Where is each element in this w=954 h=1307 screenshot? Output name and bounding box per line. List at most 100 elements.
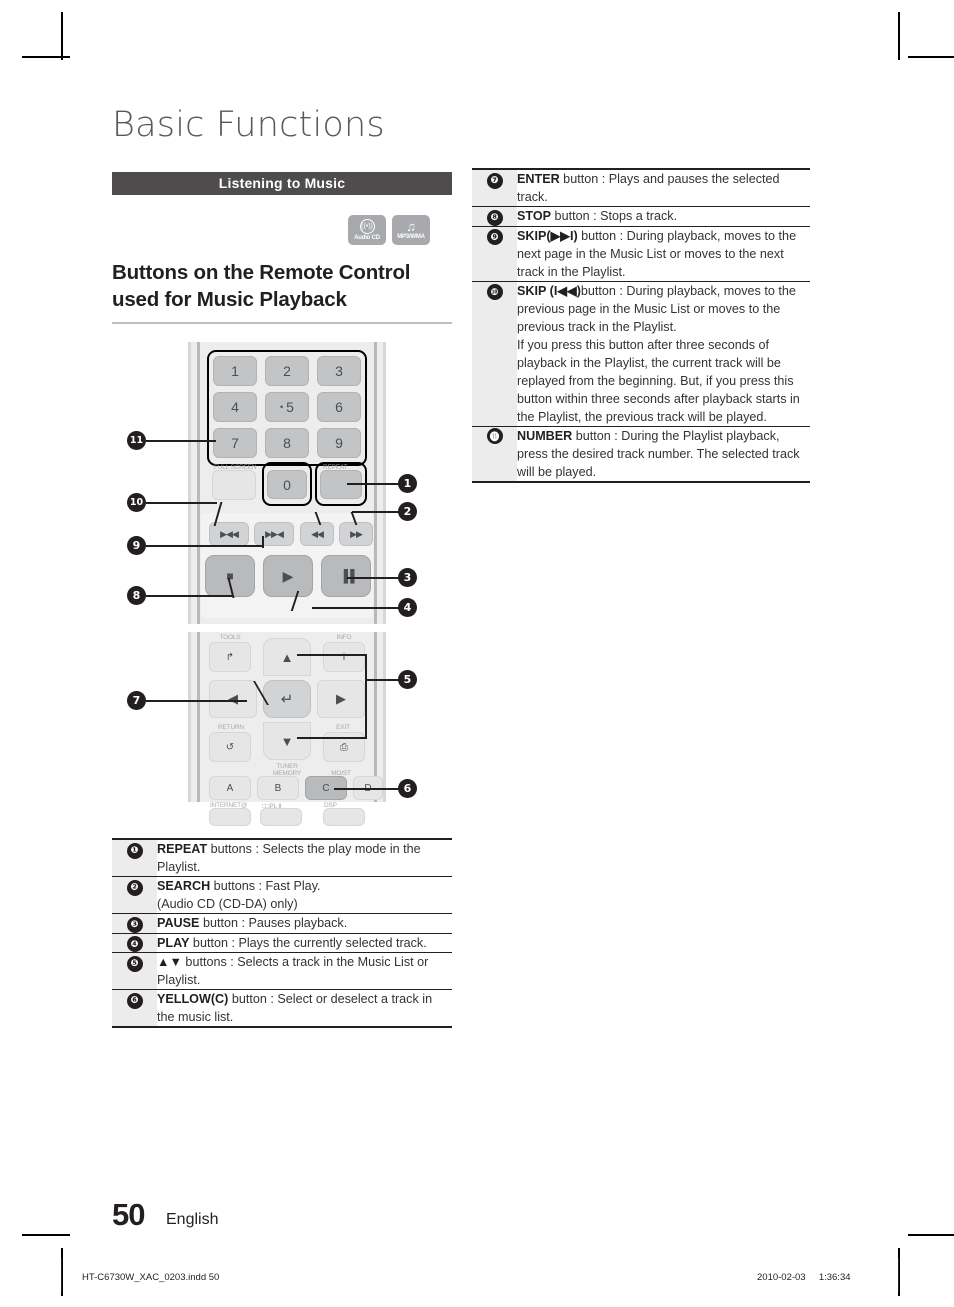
callout-5: 5 bbox=[398, 670, 417, 689]
disc-glyph-icon: ((•)) bbox=[359, 218, 375, 234]
row-number-cell: ❽ bbox=[472, 206, 517, 226]
callout-9-leader bbox=[146, 545, 262, 547]
subheading: Buttons on the Remote Control used for M… bbox=[112, 259, 452, 313]
callout-5-leader bbox=[365, 679, 400, 681]
exit-label: EXIT bbox=[336, 724, 350, 731]
row-text-line: ENTER button : Plays and pauses the sele… bbox=[517, 172, 780, 204]
table-row: ❶ REPEAT buttons : Selects the play mode … bbox=[112, 838, 452, 877]
info-label: INFO bbox=[336, 634, 352, 641]
audio-cd-icon: ((•)) Audio CD bbox=[348, 215, 386, 245]
return-label: RETURN bbox=[218, 724, 244, 731]
left-table-bottom-rule bbox=[112, 1026, 452, 1028]
remote-color-a-button[interactable]: A bbox=[209, 776, 251, 800]
callout-4-leader bbox=[312, 607, 400, 609]
remote-dsp-button[interactable] bbox=[323, 808, 365, 826]
heading-divider bbox=[112, 322, 452, 324]
remote-key-8[interactable]: 8 bbox=[265, 428, 309, 458]
table-row: ⓫ NUMBER button : During the Playlist pla… bbox=[472, 425, 810, 481]
remote-key-4[interactable]: 4 bbox=[213, 392, 257, 422]
right-description-table: ❼ ENTER button : Plays and pauses the sel… bbox=[472, 168, 810, 481]
remote-skip-next-button[interactable]: ▶▶◀ bbox=[254, 522, 294, 546]
row-text-keyword: PLAY bbox=[157, 935, 190, 950]
row-text-cell: PLAY button : Plays the currently select… bbox=[157, 932, 452, 953]
row-number-badge: ❷ bbox=[126, 879, 143, 896]
row-text-keyword: REPEAT bbox=[157, 842, 208, 856]
remote-dpad-left-button[interactable]: ◀ bbox=[209, 680, 257, 718]
media-format-icons: ((•)) Audio CD ♫ MP3/WMA bbox=[112, 215, 430, 245]
callout-10: 10 bbox=[127, 493, 146, 512]
callout-11: 11 bbox=[127, 431, 146, 450]
tools-label: TOOLS bbox=[219, 634, 241, 641]
remote-key-2[interactable]: 2 bbox=[265, 356, 309, 386]
remote-return-button[interactable]: ↺ bbox=[209, 732, 251, 762]
remote-key-9[interactable]: 9 bbox=[317, 428, 361, 458]
footer-timestamp: 2010-02-03 1:36:34 bbox=[757, 1272, 851, 1283]
row-text-cell: SKIP (I◀◀)button : During playback, move… bbox=[517, 280, 810, 426]
row-text-cell: ▲▼ buttons : Selects a track in the Musi… bbox=[157, 952, 452, 990]
remote-key-6[interactable]: 6 bbox=[317, 392, 361, 422]
remote-key-1[interactable]: 1 bbox=[213, 356, 257, 386]
remote-full-screen-button[interactable] bbox=[212, 470, 256, 500]
callout-8-leader bbox=[146, 595, 232, 597]
row-text-cell: SKIP(▶▶I) button : During playback, move… bbox=[517, 225, 810, 281]
callout-6-leader bbox=[334, 788, 400, 790]
row-text-line: ▲▼ buttons : Selects a track in the Musi… bbox=[157, 955, 429, 987]
remote-enter-button[interactable]: ↵ bbox=[263, 680, 311, 718]
remote-search-rew-button[interactable]: ◀◀ bbox=[300, 522, 334, 546]
remote-pause-button[interactable]: ▐▐ bbox=[321, 555, 371, 597]
crop-mark-icon bbox=[908, 56, 954, 58]
table-row: ❿ SKIP (I◀◀)button : During playback, mov… bbox=[472, 280, 810, 426]
row-text-line: NUMBER button : During the Playlist play… bbox=[517, 428, 800, 479]
remote-color-b-button[interactable]: B bbox=[257, 776, 299, 800]
crop-mark-icon bbox=[898, 12, 900, 60]
remote-dolby-button[interactable] bbox=[260, 808, 302, 826]
row-number-cell: ❷ bbox=[112, 876, 157, 914]
callout-5-leader-up bbox=[297, 654, 367, 656]
callout-9: 9 bbox=[127, 536, 146, 555]
remote-dpad-down-button[interactable]: ▼ bbox=[263, 722, 311, 760]
remote-key-7[interactable]: 7 bbox=[213, 428, 257, 458]
right-table-body: ❼ ENTER button : Plays and pauses the sel… bbox=[472, 168, 810, 481]
remote-internet-button[interactable] bbox=[209, 808, 251, 826]
remote-control-diagram: 1 2 3 4 • 5 6 7 8 9 FULL SCREEN REPEAT 0 … bbox=[112, 336, 452, 826]
remote-search-ff-button[interactable]: ▶▶ bbox=[339, 522, 373, 546]
remote-tools-button[interactable]: ↱ bbox=[209, 642, 251, 672]
remote-play-button[interactable]: ▶ bbox=[263, 555, 313, 597]
page-number: 50 bbox=[112, 1197, 145, 1232]
table-row: ❹ PLAY button : Plays the currently selec… bbox=[112, 932, 452, 953]
remote-dpad-up-button[interactable]: ▲ bbox=[263, 638, 311, 676]
remote-key-0[interactable]: 0 bbox=[267, 470, 307, 499]
callout-1-leader bbox=[347, 483, 400, 485]
remote-key-3[interactable]: 3 bbox=[317, 356, 361, 386]
left-column: Listening to Music ((•)) Audio CD ♫ MP3/… bbox=[112, 172, 452, 1028]
row-number-cell: ❶ bbox=[112, 838, 157, 877]
row-number-cell: ❸ bbox=[112, 913, 157, 933]
table-row: ❻ YELLOW(C) button : Select or deselect a… bbox=[112, 989, 452, 1026]
row-number-cell: ❻ bbox=[112, 989, 157, 1026]
callout-7-leader bbox=[146, 700, 247, 702]
row-number-badge: ❿ bbox=[486, 284, 503, 300]
table-row: ❺ ▲▼ buttons : Selects a track in the Mus… bbox=[112, 952, 452, 990]
row-text-cell: REPEAT buttons : Selects the play mode i… bbox=[157, 838, 452, 877]
callout-3: 3 bbox=[398, 568, 417, 587]
row-text-cell: PAUSE button : Pauses playback. bbox=[157, 913, 452, 933]
row-text-line: SKIP(▶▶I) button : During playback, move… bbox=[517, 228, 797, 279]
table-row: ❷ SEARCH buttons : Fast Play. (Audio CD (C… bbox=[112, 876, 452, 914]
row-number-cell: ❿ bbox=[472, 280, 517, 426]
callout-9-leader-drop bbox=[262, 536, 264, 548]
row-text-keyword: PAUSE bbox=[157, 916, 200, 930]
callout-6: 6 bbox=[398, 779, 417, 798]
table-row: ❾ SKIP(▶▶I) button : During playback, mov… bbox=[472, 225, 810, 281]
row-text-line: SKIP (I◀◀)button : During playback, move… bbox=[517, 283, 796, 334]
remote-key-5[interactable]: • 5 bbox=[265, 392, 309, 422]
row-text-line: STOP button : Stops a track. bbox=[517, 209, 678, 223]
page-language: English bbox=[166, 1211, 219, 1228]
remote-dpad-right-button[interactable]: ▶ bbox=[317, 680, 365, 718]
page-title: Basic Functions bbox=[112, 105, 385, 145]
callout-1: 1 bbox=[398, 474, 417, 493]
footer-separator-right bbox=[898, 1258, 899, 1292]
row-number-badge: ❸ bbox=[126, 916, 143, 933]
remote-info-button[interactable]: i bbox=[323, 642, 365, 672]
mp3-wma-label: MP3/WMA bbox=[397, 233, 425, 240]
row-text-cell: YELLOW(C) button : Select or deselect a … bbox=[157, 989, 452, 1026]
